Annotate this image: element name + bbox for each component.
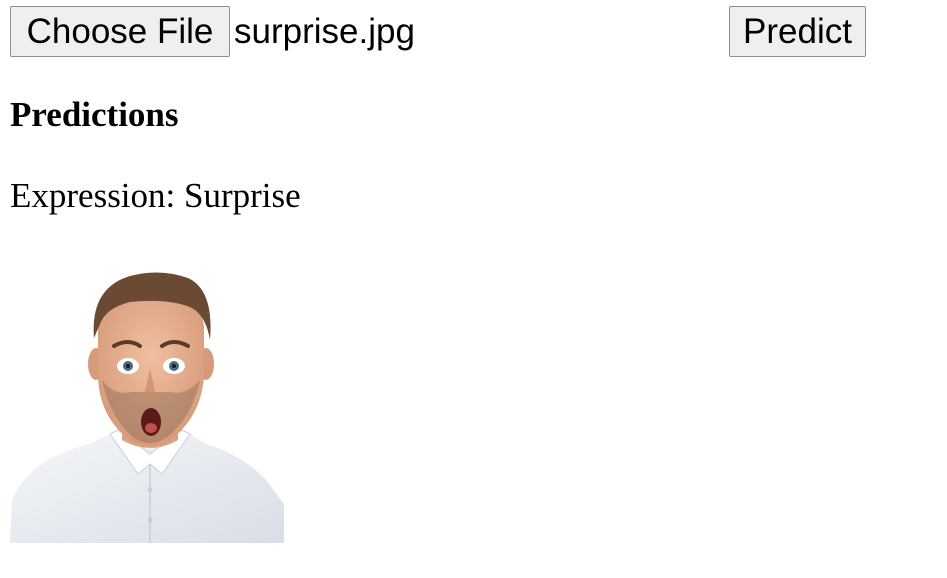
predict-button[interactable]: Predict — [729, 6, 866, 57]
uploaded-photo — [10, 268, 284, 543]
prediction-result: Expression: Surprise — [10, 175, 301, 217]
expression-value: Surprise — [184, 176, 301, 215]
choose-file-button[interactable]: Choose File — [10, 6, 230, 57]
predictions-heading: Predictions — [10, 95, 179, 134]
expression-label: Expression: — [10, 176, 176, 215]
selected-file-name: surprise.jpg — [234, 12, 415, 51]
